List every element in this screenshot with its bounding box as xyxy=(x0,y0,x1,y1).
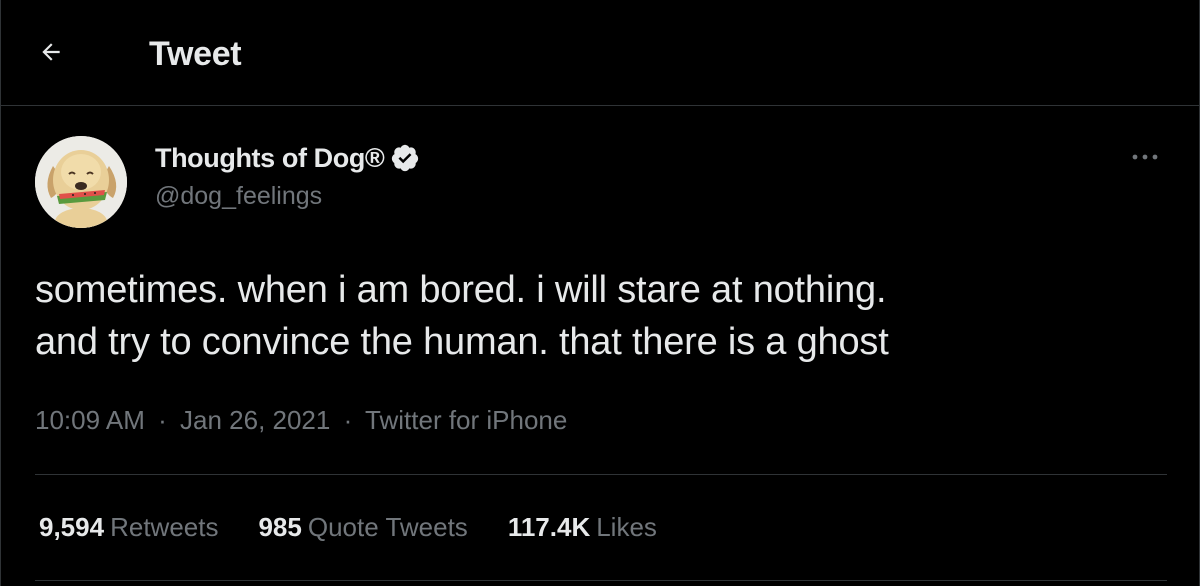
tweet-stats: 9,594 Retweets 985 Quote Tweets 117.4K Like… xyxy=(39,511,697,543)
more-horizontal-icon xyxy=(1129,149,1161,167)
retweets-stat[interactable]: 9,594 Retweets xyxy=(39,511,218,543)
likes-label: Likes xyxy=(596,512,657,542)
divider xyxy=(35,580,1167,581)
back-button[interactable] xyxy=(31,34,71,74)
verified-badge-icon xyxy=(390,143,420,173)
retweets-label: Retweets xyxy=(110,512,219,542)
likes-stat[interactable]: 117.4K Likes xyxy=(508,511,657,543)
author-name-text: Thoughts of Dog® xyxy=(155,143,385,173)
quote-tweets-stat[interactable]: 985 Quote Tweets xyxy=(258,511,467,543)
retweets-count: 9,594 xyxy=(39,512,105,542)
meta-separator: · xyxy=(343,405,353,435)
meta-separator: · xyxy=(158,405,167,435)
tweet-meta: 10:09 AM · Jan 26, 2021 · Twitter for iP… xyxy=(35,404,567,436)
avatar[interactable] xyxy=(35,136,127,228)
dog-avatar-image xyxy=(35,136,127,228)
page-header: Tweet xyxy=(1,0,1200,106)
tweet-page: Tweet Thoughts of Dog® @dog_feelings som… xyxy=(0,0,1200,586)
quote-tweets-label: Quote Tweets xyxy=(307,512,468,542)
author-handle[interactable]: @dog_feelings xyxy=(155,181,322,211)
tweet-text: sometimes. when i am bored. i will stare… xyxy=(35,264,1155,368)
tweet-time[interactable]: 10:09 AM xyxy=(35,405,145,435)
tweet-date[interactable]: Jan 26, 2021 xyxy=(180,405,330,435)
divider xyxy=(35,474,1167,475)
tweet-text-line: sometimes. when i am bored. i will stare… xyxy=(35,269,887,311)
likes-count: 117.4K xyxy=(507,512,591,542)
tweet-text-line: and try to convince the human. that ther… xyxy=(35,321,889,363)
arrow-left-icon xyxy=(38,39,64,70)
quote-tweets-count: 985 xyxy=(258,512,302,542)
author-name[interactable]: Thoughts of Dog® xyxy=(155,142,420,174)
page-title: Tweet xyxy=(149,35,242,73)
more-options-button[interactable] xyxy=(1125,144,1165,172)
tweet-source[interactable]: Twitter for iPhone xyxy=(365,405,567,435)
